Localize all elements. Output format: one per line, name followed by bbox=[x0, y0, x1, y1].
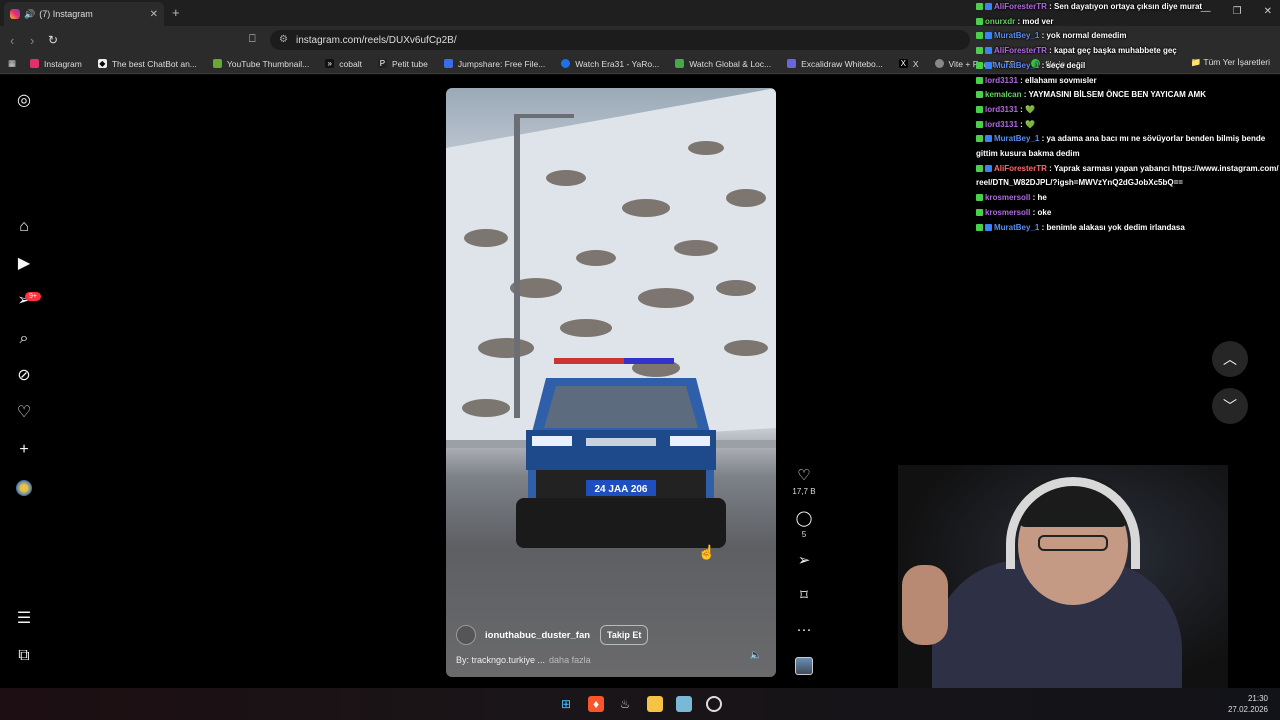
chat-message: AliForesterTR : Sen dayatıyon ortaya çık… bbox=[976, 0, 1280, 15]
menu-icon[interactable]: ☰ bbox=[15, 610, 33, 628]
windows-taskbar: ⊞ ♦ ♨ 21:30 27.02.2026 bbox=[0, 688, 1280, 720]
follow-button[interactable]: Takip Et bbox=[600, 625, 649, 645]
bookmark-item[interactable]: Instagram bbox=[30, 59, 82, 69]
search-icon[interactable]: ⌕ bbox=[15, 330, 33, 348]
comment-action[interactable]: ◯ 5 bbox=[792, 511, 816, 540]
bookmark-icon[interactable]: ⌑ bbox=[792, 588, 816, 604]
chat-message: onurxdr : mod ver bbox=[976, 15, 1280, 30]
audio-thumbnail[interactable] bbox=[795, 657, 813, 675]
bookmark-item[interactable]: Watch Global & Loc... bbox=[675, 59, 771, 69]
more-icon[interactable]: ··· bbox=[792, 622, 816, 638]
license-plate: 24 JAA 206 bbox=[595, 484, 648, 495]
chevron-down-icon: ﹀ bbox=[1223, 398, 1237, 414]
reel-author: ionuthabuc_duster_fan Takip Et bbox=[456, 625, 649, 645]
clock-date: 27.02.2026 bbox=[1227, 705, 1268, 714]
mouse-cursor: ☝ bbox=[698, 544, 716, 560]
bookmark-item[interactable]: Watch Era31 - YaRo... bbox=[561, 59, 659, 69]
streamer-hand bbox=[902, 565, 948, 645]
bookmark-item[interactable]: Excalidraw Whitebo... bbox=[787, 59, 883, 69]
chat-message: AliForesterTR : Yaprak sarması yapan yab… bbox=[976, 163, 1279, 188]
comment-icon[interactable]: ◯ bbox=[792, 511, 816, 527]
tab-title: (7) Instagram bbox=[39, 9, 93, 19]
bookmark-item[interactable]: YouTube Thumbnail... bbox=[212, 59, 309, 69]
author-avatar[interactable] bbox=[456, 625, 476, 645]
brave-browser-icon[interactable]: ♦ bbox=[588, 696, 604, 712]
comment-count: 5 bbox=[801, 530, 807, 539]
bookmark-icon[interactable]: ⎕ bbox=[249, 33, 256, 46]
instagram-sidebar: ◎ ⌂ ▶ ➢ 9+ ⌕ ⊘ ♡ + ☰ ⧉ bbox=[0, 75, 48, 688]
chat-message: MuratBey_1 : benimle alakası yok dedim i… bbox=[976, 221, 1280, 236]
url-text: instagram.com/reels/DUXv6ufCp2B/ bbox=[296, 34, 457, 46]
obs-icon[interactable] bbox=[706, 696, 722, 712]
share-action[interactable]: ➢ bbox=[792, 553, 816, 569]
tab-instagram[interactable]: 🔊 (7) Instagram ✕ bbox=[4, 2, 164, 26]
reels-icon[interactable]: ▶ bbox=[15, 255, 33, 273]
bookmark-item[interactable]: ◆ The best ChatBot an... bbox=[97, 59, 197, 69]
webcam-overlay bbox=[898, 465, 1228, 700]
chat-message: lord3131 : 💚 bbox=[976, 118, 1280, 133]
next-reel-button[interactable]: ﹀ bbox=[1212, 388, 1248, 424]
chat-message: lord3131 : ellahamı sovmısler bbox=[976, 74, 1280, 89]
clock-time: 21:30 bbox=[1247, 694, 1268, 703]
profile-avatar[interactable] bbox=[16, 480, 32, 496]
app-icon[interactable] bbox=[676, 696, 692, 712]
bookmark-item[interactable]: P Petit tube bbox=[377, 59, 428, 69]
home-icon[interactable]: ⌂ bbox=[15, 218, 33, 236]
explore-icon[interactable]: ⊘ bbox=[15, 367, 33, 385]
chat-message: kemalcan : YAYMASINI BİLSEM ÖNCE BEN YAY… bbox=[976, 88, 1280, 103]
more-options[interactable]: ··· bbox=[792, 622, 816, 638]
previous-reel-button[interactable]: ︿ bbox=[1212, 341, 1248, 377]
headphones bbox=[1006, 477, 1140, 569]
chevron-up-icon: ︿ bbox=[1223, 351, 1237, 367]
bookmark-item[interactable]: » cobalt bbox=[325, 59, 362, 69]
police-car-image: 24 JAA 206 bbox=[516, 358, 726, 548]
bookmark-item[interactable]: XX bbox=[898, 59, 919, 69]
caption-text: By: trackngo.turkiye ... bbox=[456, 655, 546, 665]
glasses bbox=[1038, 535, 1108, 551]
reel-caption: By: trackngo.turkiye ... daha fazla bbox=[456, 655, 591, 665]
like-count: 17,7 B bbox=[792, 487, 816, 496]
file-explorer-icon[interactable] bbox=[647, 696, 663, 712]
author-username[interactable]: ionuthabuc_duster_fan bbox=[485, 630, 590, 641]
apps-icon[interactable]: ▦ bbox=[8, 58, 16, 69]
chat-message: krosmersoll : he bbox=[976, 191, 1280, 206]
chat-message: MuratBey_1 : ya adama ana bacı mı ne söv… bbox=[976, 134, 1266, 159]
like-action[interactable]: ♡ 17,7 B bbox=[792, 468, 816, 497]
create-icon[interactable]: + bbox=[15, 441, 33, 459]
steam-icon[interactable]: ♨ bbox=[617, 696, 633, 712]
system-clock[interactable]: 21:30 27.02.2026 bbox=[1228, 693, 1268, 715]
speaker-icon[interactable]: 🔊 bbox=[24, 9, 35, 20]
new-tab-button[interactable]: + bbox=[172, 5, 180, 20]
site-info-icon[interactable]: ⚙ bbox=[279, 34, 288, 45]
reel-video[interactable]: 24 JAA 206 ionuthabuc_duster_fan Takip E… bbox=[446, 88, 776, 677]
chat-message: lord3131 : 💚 bbox=[976, 103, 1280, 118]
windows-start-icon[interactable]: ⊞ bbox=[558, 696, 574, 712]
heart-icon[interactable]: ♡ bbox=[792, 468, 816, 484]
screen: 🔊 (7) Instagram ✕ + — ❐ ✕ ‹ › ↻ ⎕ ⚙ inst… bbox=[0, 0, 1280, 720]
chat-message: MuratBey_1 : yok normal demedim bbox=[976, 29, 1280, 44]
volume-icon[interactable]: 🔈 bbox=[750, 650, 762, 661]
heart-icon[interactable]: ♡ bbox=[15, 404, 33, 422]
chat-message: MuratBey_1 : seçe değil bbox=[976, 59, 1280, 74]
share-icon[interactable]: ➢ bbox=[792, 553, 816, 569]
instagram-icon[interactable]: ◎ bbox=[15, 92, 33, 110]
notification-badge: 9+ bbox=[25, 292, 41, 301]
forward-button[interactable]: › bbox=[30, 33, 34, 48]
stream-chat-overlay: AliForesterTR : Sen dayatıyon ortaya çık… bbox=[976, 0, 1280, 235]
save-action[interactable]: ⌑ bbox=[792, 588, 816, 604]
chat-message: krosmersoll : oke bbox=[976, 206, 1280, 221]
more-link[interactable]: daha fazla bbox=[549, 655, 591, 665]
address-bar[interactable]: ⚙ instagram.com/reels/DUXv6ufCp2B/ bbox=[270, 30, 970, 50]
reload-button[interactable]: ↻ bbox=[48, 33, 58, 47]
meta-icon[interactable]: ⧉ bbox=[15, 647, 33, 665]
chat-message: AliForesterTR : kapat geç başka muhabbet… bbox=[976, 44, 1280, 59]
back-button[interactable]: ‹ bbox=[10, 33, 14, 48]
close-tab-icon[interactable]: ✕ bbox=[150, 9, 158, 20]
instagram-favicon-icon bbox=[10, 9, 20, 19]
bookmark-item[interactable]: Jumpshare: Free File... bbox=[443, 59, 545, 69]
